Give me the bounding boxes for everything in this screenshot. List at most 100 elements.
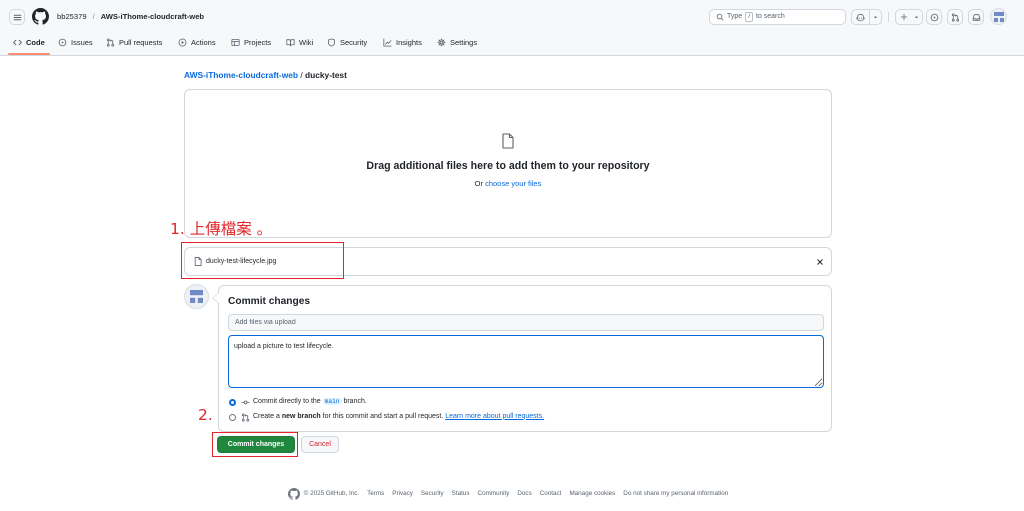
search-input[interactable]: Type / to search	[709, 9, 846, 25]
commit-direct-text: Commit directly to the	[253, 397, 321, 405]
footer: © 2025 GitHub, Inc. Terms Privacy Securi…	[184, 488, 832, 500]
tab-label: Actions	[191, 38, 216, 47]
dropzone-subtitle: Or choose your files	[185, 179, 831, 189]
gear-icon	[437, 38, 446, 47]
breadcrumb: AWS-iThome-cloudcraft-web / ducky-test	[184, 69, 347, 81]
new-branch-emphasis: new branch	[281, 412, 321, 420]
owner-link[interactable]: bb25379	[57, 12, 87, 21]
repo-link[interactable]: AWS-iThome-cloudcraft-web	[101, 12, 204, 21]
issue-opened-icon	[58, 38, 67, 47]
search-shortcut-key: /	[745, 12, 753, 22]
branch-name: main	[322, 397, 342, 405]
search-placeholder-after: to search	[755, 12, 785, 20]
create-new-button-group	[895, 9, 923, 25]
commit-description-textarea[interactable]: upload a picture to test lifecycle.	[228, 335, 824, 388]
tab-projects[interactable]: Projects	[231, 35, 271, 50]
play-icon	[178, 38, 187, 47]
commit-direct-text-end: branch.	[343, 397, 367, 405]
annotation-step-1: 1. 上傳檔案 。	[170, 220, 273, 238]
tab-label: Projects	[244, 38, 272, 47]
create-new-button[interactable]	[896, 10, 911, 24]
footer-copyright: © 2025 GitHub, Inc.	[303, 490, 360, 498]
plus-icon	[900, 13, 908, 21]
git-pull-request-icon	[106, 38, 115, 47]
footer-link-do-not-share[interactable]: Do not share my personal information	[623, 490, 728, 498]
chevron-down-icon	[872, 14, 879, 21]
copilot-menu-button[interactable]	[870, 10, 881, 24]
commit-changes-panel: Commit changes upload a picture to test …	[212, 285, 832, 432]
tab-code[interactable]: Code	[13, 35, 45, 50]
table-icon	[231, 38, 240, 47]
create-new-menu-button[interactable]	[911, 10, 922, 24]
footer-link-community[interactable]: Community	[478, 490, 510, 498]
footer-link-docs[interactable]: Docs	[517, 490, 531, 498]
breadcrumb-repo-link[interactable]: AWS-iThome-cloudcraft-web	[184, 70, 298, 80]
radio-new-branch[interactable]	[229, 413, 236, 421]
choose-files-link[interactable]: choose your files	[485, 179, 541, 188]
footer-link-status[interactable]: Status	[452, 490, 470, 498]
option-commit-direct-label: Commit directly to the main branch.	[253, 397, 367, 406]
tab-label: Code	[26, 38, 45, 47]
search-icon	[716, 13, 724, 21]
tab-issues[interactable]: Issues	[58, 35, 93, 50]
annotation-highlight-file	[181, 242, 344, 279]
issue-opened-icon	[930, 13, 939, 22]
top-bar: bb25379 / AWS-iThome-cloudcraft-web Type…	[0, 0, 1024, 56]
dropzone-or: Or	[474, 179, 483, 188]
cancel-button[interactable]: Cancel	[301, 436, 339, 453]
graph-icon	[383, 38, 392, 47]
radio-commit-direct[interactable]	[229, 398, 236, 406]
search-placeholder-before: Type	[727, 12, 743, 20]
notifications-button[interactable]	[968, 9, 984, 25]
git-pull-request-icon	[241, 412, 250, 422]
close-icon[interactable]	[816, 258, 824, 266]
tab-settings[interactable]: Settings	[437, 35, 477, 50]
option-new-branch-label: Create a new branch for this commit and …	[253, 413, 544, 421]
tab-pull-requests[interactable]: Pull requests	[106, 35, 162, 50]
github-logo-icon[interactable]	[32, 8, 49, 25]
tab-label: Settings	[450, 38, 478, 47]
option-commit-direct[interactable]: Commit directly to the main branch.	[229, 397, 367, 407]
new-branch-text: Create a	[253, 412, 280, 420]
file-icon	[502, 133, 514, 149]
context-separator: /	[92, 12, 95, 22]
footer-link-privacy[interactable]: Privacy	[392, 490, 413, 498]
git-commit-icon	[241, 398, 250, 407]
tab-label: Wiki	[299, 38, 314, 47]
dropzone-title: Drag additional files here to add them t…	[366, 160, 650, 172]
tab-actions[interactable]: Actions	[178, 35, 216, 50]
user-avatar[interactable]	[990, 8, 1007, 25]
tab-label: Pull requests	[119, 38, 163, 47]
tab-label: Security	[340, 38, 368, 47]
copilot-icon	[856, 13, 865, 22]
git-pull-request-icon	[951, 12, 960, 22]
tab-label: Issues	[71, 38, 93, 47]
shield-icon	[327, 38, 336, 47]
github-logo-icon[interactable]	[287, 488, 300, 500]
chevron-down-icon	[913, 14, 920, 21]
tab-wiki[interactable]: Wiki	[286, 35, 313, 50]
breadcrumb-separator: /	[300, 70, 303, 80]
breadcrumb-folder: ducky-test	[304, 70, 347, 80]
menu-icon	[13, 13, 22, 22]
code-icon	[13, 38, 22, 47]
book-icon	[286, 38, 295, 47]
copilot-button[interactable]	[852, 10, 869, 24]
annotation-highlight-commit	[212, 432, 298, 457]
your-issues-button[interactable]	[926, 9, 942, 25]
footer-link-security[interactable]: Security	[421, 490, 444, 498]
footer-link-terms[interactable]: Terms	[367, 490, 384, 498]
file-dropzone[interactable]: Drag additional files here to add them t…	[184, 89, 832, 238]
footer-link-contact[interactable]: Contact	[540, 490, 562, 498]
footer-link-manage-cookies[interactable]: Manage cookies	[569, 490, 615, 498]
inbox-icon	[972, 13, 981, 22]
commit-summary-input[interactable]	[228, 314, 824, 331]
menu-button[interactable]	[9, 9, 25, 25]
option-new-branch[interactable]: Create a new branch for this commit and …	[229, 412, 544, 422]
tab-label: Insights	[396, 38, 422, 47]
learn-more-pull-requests-link[interactable]: Learn more about pull requests.	[445, 413, 544, 420]
new-branch-text-end: for this commit and start a pull request…	[322, 412, 444, 420]
tab-security[interactable]: Security	[327, 35, 367, 50]
tab-insights[interactable]: Insights	[383, 35, 422, 50]
your-pull-requests-button[interactable]	[947, 9, 963, 25]
